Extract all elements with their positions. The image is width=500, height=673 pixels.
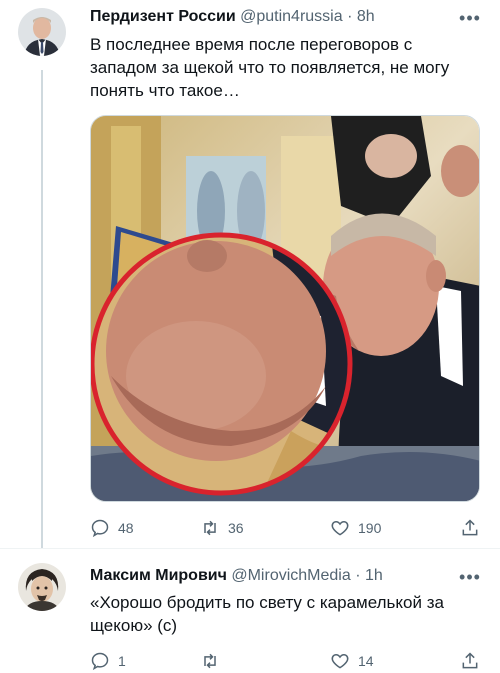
avatar-image (18, 563, 66, 611)
avatar[interactable] (18, 563, 66, 611)
reply-count: 1 (118, 653, 126, 669)
timestamp[interactable]: 8h (357, 8, 375, 25)
like-count: 14 (358, 653, 374, 669)
heart-icon (331, 653, 349, 669)
photo-image (91, 116, 479, 501)
tweet-text: «Хорошо бродить по свету с карамелькой з… (90, 593, 444, 635)
reply-icon (91, 519, 109, 538)
tweet-text: В последнее время после переговоров с за… (90, 35, 450, 100)
retweet-icon (204, 653, 216, 669)
avatar[interactable] (18, 8, 66, 56)
tweet-actions: 1 14 (90, 649, 482, 673)
retweet-button[interactable]: 36 (200, 516, 244, 540)
author-name[interactable]: Максим Мирович (90, 567, 227, 584)
like-count: 190 (358, 520, 382, 536)
reply-button[interactable]: 1 (90, 649, 126, 673)
tweet-2[interactable]: Максим Мирович @MirovichMedia · 1h ••• «… (0, 549, 500, 673)
author-handle[interactable]: @MirovichMedia (231, 567, 350, 584)
reply-icon (91, 652, 109, 671)
reply-count: 48 (118, 520, 134, 536)
separator-dot: · (355, 567, 361, 584)
tweet-1[interactable]: Пердизент России @putin4russia · 8h ••• … (0, 0, 500, 548)
share-icon (462, 519, 478, 536)
separator-dot: · (347, 8, 353, 25)
timestamp[interactable]: 1h (365, 567, 383, 584)
reply-button[interactable]: 48 (90, 516, 134, 540)
share-button[interactable] (460, 516, 480, 540)
retweet-button[interactable] (200, 649, 228, 673)
more-options-icon[interactable]: ••• (458, 9, 482, 33)
tweet-actions: 48 36 190 (90, 516, 482, 540)
tweet-media[interactable] (90, 115, 480, 502)
like-button[interactable]: 190 (330, 516, 381, 540)
thread-line (41, 70, 43, 548)
retweet-count: 36 (228, 520, 244, 536)
like-button[interactable]: 14 (330, 649, 374, 673)
tweet-header: Максим Мирович @MirovichMedia · 1h (90, 567, 460, 585)
share-icon (462, 652, 478, 669)
retweet-icon (204, 520, 216, 536)
more-options-icon[interactable]: ••• (458, 568, 482, 592)
share-button[interactable] (460, 649, 480, 673)
heart-icon (331, 520, 349, 536)
author-handle[interactable]: @putin4russia (240, 8, 343, 25)
tweet-header: Пердизент России @putin4russia · 8h (90, 8, 460, 26)
avatar-image (18, 8, 66, 56)
author-name[interactable]: Пердизент России (90, 8, 236, 25)
